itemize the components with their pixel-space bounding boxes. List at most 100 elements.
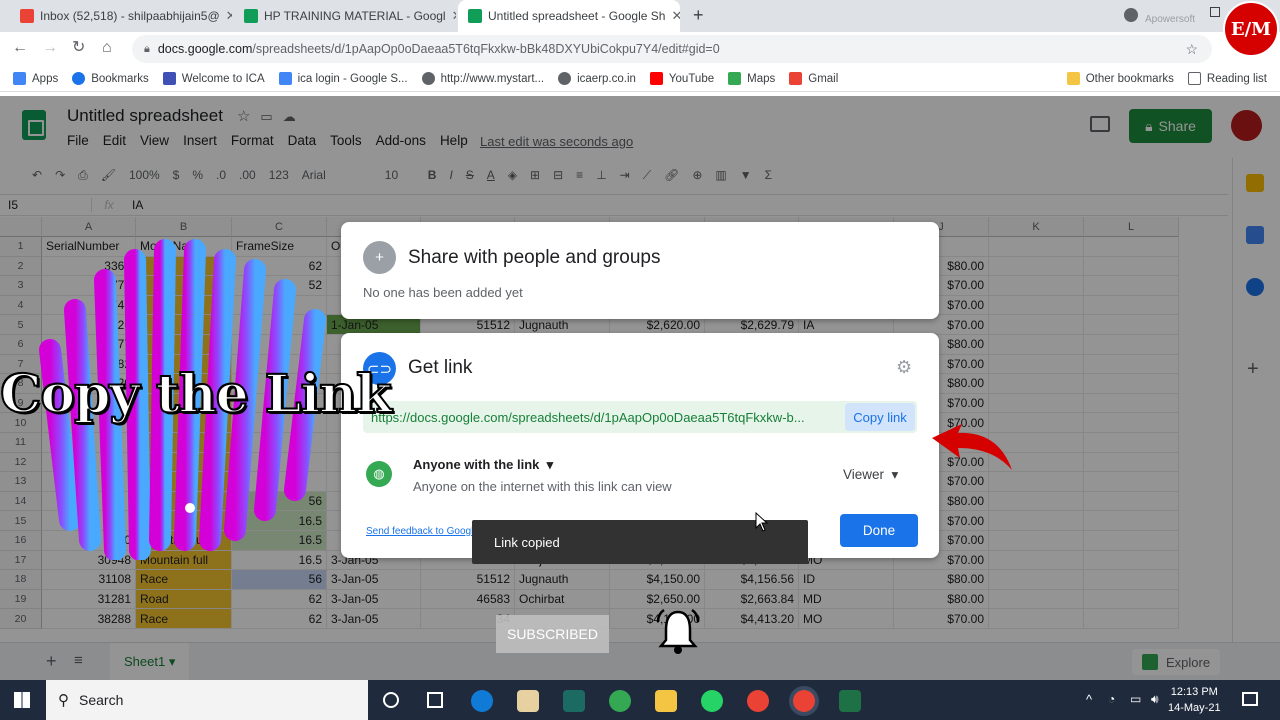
- forward-icon[interactable]: →: [42, 40, 58, 56]
- bookmark-star-icon[interactable]: ☆: [1185, 41, 1198, 58]
- show-hidden-icons[interactable]: ^: [1086, 692, 1092, 707]
- profile-icon[interactable]: [1124, 8, 1138, 22]
- search-icon: ⚲: [58, 692, 69, 709]
- bookmark-ica-login[interactable]: ica login - Google S...: [272, 72, 415, 85]
- channel-badge: E/M: [1223, 1, 1279, 57]
- role-dropdown[interactable]: Viewer ▾: [843, 467, 898, 483]
- windows-start-icon[interactable]: [14, 692, 30, 708]
- windows-taskbar: ⚲ Search ^ ◔ ▭ 🔊︎ 12:13 PM 14-May-21: [0, 680, 1280, 720]
- lock-icon: 🔒︎: [144, 42, 150, 55]
- reading-list[interactable]: Reading list: [1181, 72, 1274, 85]
- link-url[interactable]: https://docs.google.com/spreadsheets/d/1…: [363, 410, 837, 425]
- edge-icon[interactable]: [471, 690, 493, 712]
- done-button[interactable]: Done: [840, 514, 918, 547]
- bookmark-maps[interactable]: Maps: [721, 72, 782, 85]
- tab-title: Inbox (52,518) - shilpaabhijain5@: [40, 9, 220, 23]
- other-bookmarks[interactable]: Other bookmarks: [1060, 72, 1181, 85]
- bookmark-label: Maps: [747, 72, 776, 85]
- close-tab-icon[interactable]: ✕: [452, 8, 456, 24]
- url-path: /spreadsheets/d/1pAapOp0oDaeaa5T6tqFkxkw…: [252, 42, 720, 56]
- gmail-icon: [20, 9, 34, 23]
- book-app-icon[interactable]: [517, 690, 539, 712]
- excel-icon[interactable]: [839, 690, 861, 712]
- bookmark-label: Welcome to ICA: [181, 72, 265, 85]
- whatsapp-icon[interactable]: [701, 690, 723, 712]
- url-host: docs.google.com: [157, 42, 253, 56]
- access-dropdown[interactable]: Anyone with the link ▾: [413, 457, 553, 473]
- access-description: Anyone on the internet with this link ca…: [413, 479, 672, 494]
- clock-time: 12:13 PM: [1170, 686, 1218, 698]
- gmail-icon: [789, 72, 803, 85]
- mouse-cursor-icon: [755, 512, 769, 532]
- bookmark-welcome-ica[interactable]: Welcome to ICA: [156, 72, 272, 85]
- share-dialog-title: Share with people and groups: [408, 247, 661, 268]
- recorder-watermark: Apowersoft: [1145, 14, 1196, 25]
- maximize-icon[interactable]: [1210, 7, 1220, 17]
- cortana-icon[interactable]: [383, 692, 399, 708]
- clock-date: 14-May-21: [1168, 702, 1221, 714]
- browser-toolbar: ← → ↻ ⌂ 🔒︎ docs.google.com/spreadsheets/…: [0, 32, 1280, 66]
- taskbar-search[interactable]: ⚲ Search: [46, 680, 368, 720]
- taskbar-clock[interactable]: 12:13 PM 14-May-21: [1168, 684, 1221, 716]
- chrome-active-icon[interactable]: [793, 690, 815, 712]
- globe-icon: ◍: [366, 461, 392, 487]
- share-dialog-subtitle: No one has been added yet: [363, 285, 523, 300]
- settings-gear-icon[interactable]: ⚙: [896, 357, 912, 378]
- bookmark-apps[interactable]: Apps: [6, 72, 65, 85]
- bookmark-label: http://www.mystart...: [440, 72, 545, 85]
- get-link-title: Get link: [408, 357, 473, 378]
- role-label: Viewer: [843, 467, 885, 482]
- ica-icon: [162, 72, 176, 85]
- share-people-card[interactable]: + Share with people and groups No one ha…: [341, 222, 939, 319]
- folder-icon: [1066, 72, 1080, 85]
- bookmark-mystart[interactable]: http://www.mystart...: [415, 72, 552, 85]
- reload-icon[interactable]: ↻: [72, 40, 85, 56]
- file-explorer-icon[interactable]: [655, 690, 677, 712]
- tab-title: Untitled spreadsheet - Google Sh: [488, 9, 666, 23]
- link-field[interactable]: https://docs.google.com/spreadsheets/d/1…: [363, 401, 917, 433]
- close-tab-icon[interactable]: ✕: [226, 8, 232, 24]
- tab-gmail[interactable]: Inbox (52,518) - shilpaabhijain5@ ✕: [10, 0, 232, 32]
- subscribed-button[interactable]: SUBSCRIBED: [496, 615, 609, 653]
- star-icon: [72, 72, 86, 85]
- close-tab-icon[interactable]: ✕: [671, 8, 680, 24]
- tab-untitled-spreadsheet[interactable]: Untitled spreadsheet - Google Sh ✕: [458, 0, 680, 32]
- sheets-icon: [244, 9, 258, 23]
- red-arrow-icon: [932, 424, 1012, 470]
- chrome-icon[interactable]: [609, 690, 631, 712]
- volume-icon[interactable]: 🔊︎: [1151, 692, 1159, 707]
- bookmark-youtube[interactable]: YouTube: [643, 72, 721, 85]
- google-icon: [278, 72, 292, 85]
- back-icon[interactable]: ←: [12, 40, 28, 56]
- bookmark-gmail[interactable]: Gmail: [782, 72, 845, 85]
- maps-icon: [728, 72, 742, 85]
- globe-icon: [421, 72, 435, 85]
- notification-bell-icon[interactable]: [652, 604, 704, 656]
- bookmark-label: Apps: [32, 72, 59, 85]
- bookmark-label: ica login - Google S...: [297, 72, 408, 85]
- teams-app-icon[interactable]: [563, 690, 585, 712]
- bookmark-label: Gmail: [808, 72, 839, 85]
- bookmark-label: YouTube: [668, 72, 715, 85]
- bookmark-label: Bookmarks: [91, 72, 149, 85]
- chrome-profile-icon[interactable]: [747, 690, 769, 712]
- bookmark-icaerp[interactable]: icaerp.co.in: [551, 72, 643, 85]
- address-bar[interactable]: 🔒︎ docs.google.com/spreadsheets/d/1pAapO…: [132, 35, 1212, 63]
- apps-grid-icon: [13, 72, 26, 85]
- home-icon[interactable]: ⌂: [102, 40, 112, 56]
- network-icon[interactable]: ◔: [1108, 692, 1115, 706]
- bookmark-label: icaerp.co.in: [577, 72, 636, 85]
- battery-icon[interactable]: ▭: [1130, 692, 1141, 706]
- task-view-icon[interactable]: [427, 692, 443, 708]
- bookmark-bookmarks[interactable]: Bookmarks: [65, 72, 156, 85]
- send-feedback-link[interactable]: Send feedback to Google: [366, 526, 479, 537]
- bookmark-label: Reading list: [1206, 72, 1267, 85]
- copy-link-button[interactable]: Copy link: [845, 403, 915, 431]
- tab-hp-training[interactable]: HP TRAINING MATERIAL - Googl ✕: [234, 0, 456, 32]
- reading-list-icon: [1187, 72, 1201, 85]
- notifications-icon[interactable]: [1242, 692, 1258, 706]
- taskbar-search-placeholder: Search: [79, 692, 124, 708]
- browser-tab-strip: Inbox (52,518) - shilpaabhijain5@ ✕ HP T…: [0, 0, 1280, 57]
- new-tab-button[interactable]: +: [693, 5, 704, 26]
- access-label: Anyone with the link: [413, 457, 540, 472]
